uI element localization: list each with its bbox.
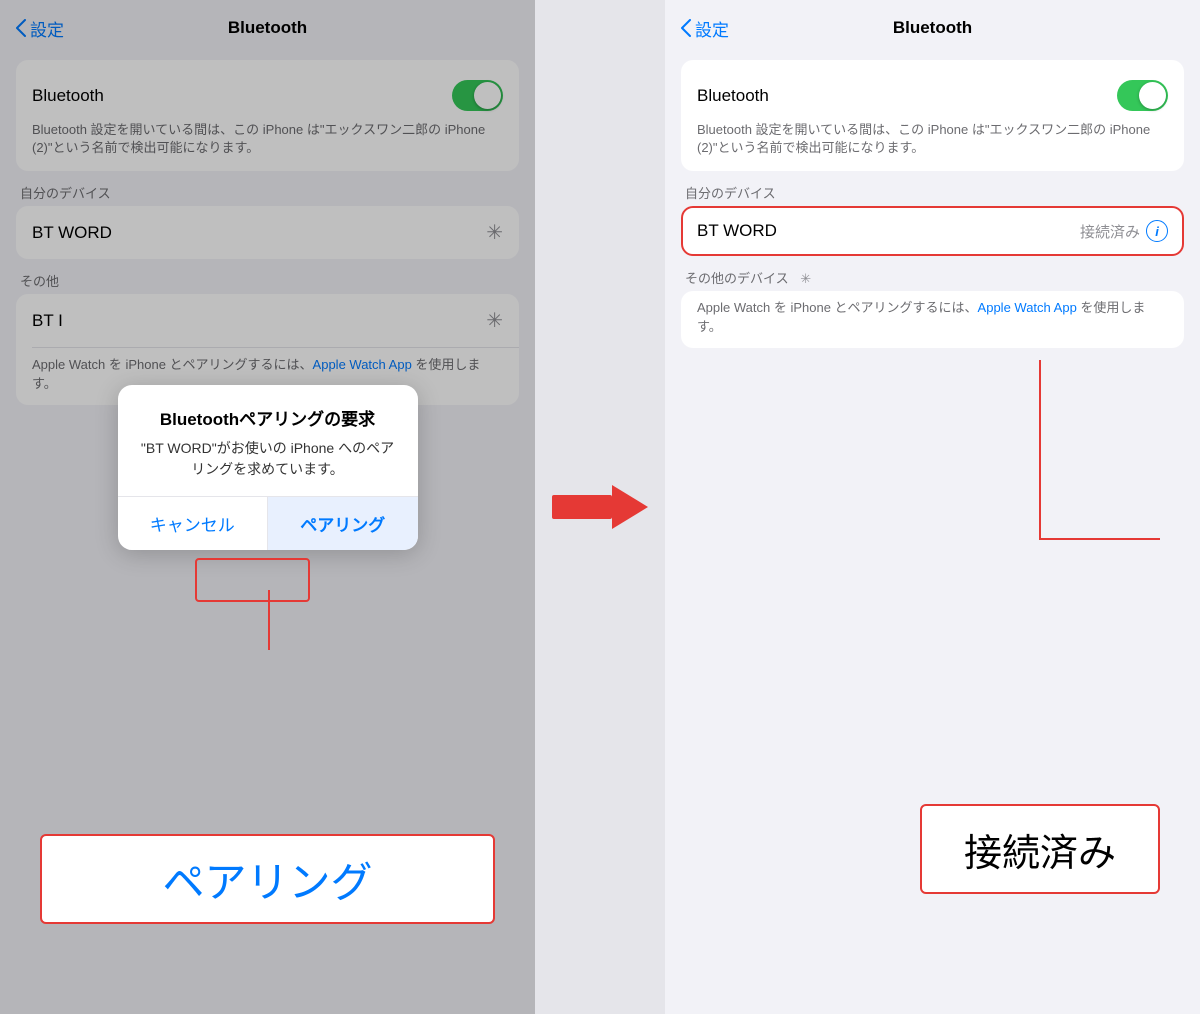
- pairing-dialog: Bluetoothペアリングの要求 "BT WORD"がお使いの iPhone …: [118, 385, 418, 550]
- right-bluetooth-toggle-row: Bluetooth: [697, 74, 1168, 117]
- my-devices-header-right: 自分のデバイス: [681, 183, 1184, 202]
- dialog-actions: キャンセル ペアリング: [118, 496, 418, 550]
- dialog-title: Bluetoothペアリングの要求: [138, 405, 398, 430]
- big-connected-label: 接続済み: [964, 822, 1116, 877]
- right-nav-title: Bluetooth: [893, 18, 972, 38]
- right-bluetooth-desc: Bluetooth 設定を開いている間は、この iPhone は"エックスワン二…: [697, 121, 1168, 157]
- info-icon[interactable]: i: [1146, 220, 1168, 242]
- right-my-devices-card: BT WORD 接続済み i: [681, 206, 1184, 256]
- right-bluetooth-toggle[interactable]: [1117, 80, 1168, 111]
- right-back-button[interactable]: 設定: [681, 16, 729, 41]
- right-bluetooth-card: Bluetooth Bluetooth 設定を開いている間は、この iPhone…: [681, 60, 1184, 171]
- other-devices-header-right: その他のデバイス ✳: [681, 268, 1184, 287]
- other-devices-label: その他のデバイス: [685, 271, 789, 286]
- apple-watch-desc-right: Apple Watch を iPhone とペアリングするには、Apple Wa…: [681, 291, 1184, 347]
- left-phone-panel: 設定 Bluetooth Bluetooth Bluetooth 設定を開いてい…: [0, 0, 535, 1014]
- dialog-confirm-button[interactable]: ペアリング: [267, 497, 418, 550]
- right-bt-word-label: BT WORD: [697, 221, 777, 241]
- big-pairing-label-box: ペアリング: [40, 834, 495, 924]
- info-icon-letter: i: [1155, 224, 1159, 239]
- arrow-area: [535, 0, 665, 1014]
- dialog-cancel-button[interactable]: キャンセル: [118, 497, 268, 550]
- right-phone-panel: 設定 Bluetooth Bluetooth Bluetooth 設定を開いてい…: [665, 0, 1200, 1014]
- right-back-label: 設定: [695, 16, 729, 41]
- apple-watch-text-right: Apple Watch を iPhone とペアリングするには、: [697, 300, 978, 315]
- arrow-head: [612, 485, 648, 529]
- bt-word-connected-row[interactable]: BT WORD 接続済み i: [681, 206, 1184, 256]
- connected-label: 接続済み: [1080, 221, 1140, 242]
- arrow-shaft: [552, 495, 612, 519]
- right-bluetooth-label: Bluetooth: [697, 86, 769, 106]
- right-nav-bar: 設定 Bluetooth: [665, 0, 1200, 48]
- big-connected-label-box: 接続済み: [920, 804, 1160, 894]
- right-other-devices-card: Apple Watch を iPhone とペアリングするには、Apple Wa…: [681, 291, 1184, 347]
- dialog-message: "BT WORD"がお使いの iPhone へのペアリングを求めています。: [138, 438, 398, 480]
- connector-line-left: [268, 590, 270, 650]
- dialog-body: Bluetoothペアリングの要求 "BT WORD"がお使いの iPhone …: [118, 385, 418, 496]
- apple-watch-link-right[interactable]: Apple Watch App: [978, 300, 1077, 315]
- connector-line-right-v: [1039, 360, 1041, 540]
- connector-line-right-h: [1039, 538, 1160, 540]
- connected-status: 接続済み i: [1080, 220, 1168, 242]
- right-toggle-thumb: [1139, 82, 1166, 109]
- big-pairing-label: ペアリング: [162, 849, 372, 910]
- other-devices-spinner: ✳: [800, 271, 811, 286]
